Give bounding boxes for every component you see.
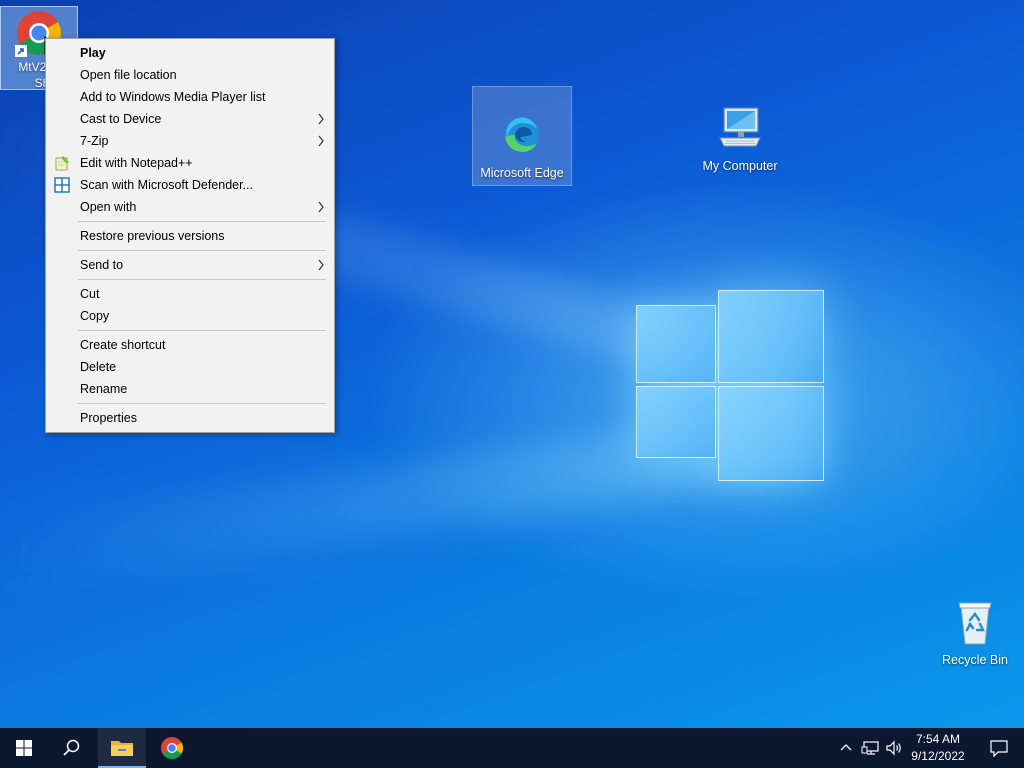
menu-item-label: Restore previous versions	[80, 229, 225, 243]
taskbar: 7:54 AM 9/12/2022	[0, 728, 1024, 768]
desktop-icon-label: Recycle Bin	[942, 653, 1008, 667]
desktop[interactable]: MtV2b_ Short Microsoft Edge My Computer	[0, 0, 1024, 728]
chevron-right-icon	[318, 259, 324, 271]
desktop-icon-label: Microsoft Edge	[480, 166, 564, 180]
menu-item-copy[interactable]: Copy	[46, 305, 334, 327]
chevron-right-icon	[318, 113, 324, 125]
menu-item-properties[interactable]: Properties	[46, 407, 334, 429]
start-button[interactable]	[0, 728, 48, 768]
menu-item-add-to-wmp-list[interactable]: Add to Windows Media Player list	[46, 86, 334, 108]
menu-item-edit-with-notepad-plus-plus[interactable]: Edit with Notepad++	[46, 152, 334, 174]
menu-item-open-with[interactable]: Open with	[46, 196, 334, 218]
menu-separator	[78, 221, 326, 222]
menu-item-label: Copy	[80, 309, 110, 323]
menu-item-cast-to-device[interactable]: Cast to Device	[46, 108, 334, 130]
chrome-icon	[161, 737, 183, 759]
desktop-icon-recycle-bin[interactable]: Recycle Bin	[927, 600, 1023, 668]
chevron-right-icon	[318, 201, 324, 213]
menu-item-label: Create shortcut	[80, 338, 166, 352]
menu-item-7-zip[interactable]: 7-Zip	[46, 130, 334, 152]
network-icon[interactable]	[861, 738, 881, 758]
menu-item-label: Scan with Microsoft Defender...	[80, 178, 253, 192]
computer-icon	[719, 107, 761, 147]
desktop-icon-microsoft-edge[interactable]: Microsoft Edge	[472, 86, 572, 186]
menu-item-label: Edit with Notepad++	[80, 156, 193, 170]
menu-item-delete[interactable]: Delete	[46, 356, 334, 378]
clock-time: 7:54 AM	[915, 732, 961, 746]
menu-item-label: Properties	[80, 411, 137, 425]
menu-item-scan-with-defender[interactable]: Scan with Microsoft Defender...	[46, 174, 334, 196]
chevron-right-icon	[318, 135, 324, 147]
windows-logo-wallpaper	[636, 290, 824, 481]
recycle-bin-icon	[958, 602, 992, 645]
desktop-icon-label: My Computer	[702, 159, 778, 173]
notification-icon	[990, 740, 1008, 757]
menu-item-create-shortcut[interactable]: Create shortcut	[46, 334, 334, 356]
menu-separator	[78, 250, 326, 251]
action-center-button[interactable]	[976, 728, 1022, 768]
taskbar-file-explorer[interactable]	[98, 728, 146, 768]
menu-item-label: Add to Windows Media Player list	[80, 90, 266, 104]
menu-item-label: Open file location	[80, 68, 177, 82]
menu-separator	[78, 330, 326, 331]
context-menu: Play Open file location Add to Windows M…	[45, 38, 335, 433]
menu-item-send-to[interactable]: Send to	[46, 254, 334, 276]
defender-shield-icon	[54, 177, 70, 193]
menu-separator	[78, 403, 326, 404]
start-icon	[16, 740, 32, 756]
taskbar-clock[interactable]: 7:54 AM 9/12/2022	[906, 731, 970, 765]
menu-item-label: 7-Zip	[80, 134, 109, 148]
menu-item-play[interactable]: Play	[46, 42, 334, 64]
menu-separator	[78, 279, 326, 280]
shortcut-arrow-icon	[15, 45, 27, 57]
menu-item-label: Cut	[80, 287, 100, 301]
menu-item-rename[interactable]: Rename	[46, 378, 334, 400]
menu-item-label: Open with	[80, 200, 137, 214]
search-button[interactable]	[48, 728, 96, 768]
taskbar-chrome[interactable]	[148, 728, 196, 768]
volume-icon[interactable]	[884, 738, 904, 758]
menu-item-cut[interactable]: Cut	[46, 283, 334, 305]
notepad-plus-plus-icon	[55, 156, 69, 171]
desktop-icon-my-computer[interactable]: My Computer	[692, 106, 788, 174]
search-icon	[63, 739, 80, 756]
file-explorer-icon	[111, 741, 133, 756]
chevron-up-icon[interactable]	[836, 738, 856, 758]
menu-item-label: Cast to Device	[80, 112, 162, 126]
menu-item-restore-previous-versions[interactable]: Restore previous versions	[46, 225, 334, 247]
clock-date: 9/12/2022	[911, 749, 965, 763]
edge-icon	[505, 117, 539, 152]
menu-item-label: Rename	[80, 382, 128, 396]
menu-item-label: Play	[80, 46, 106, 60]
menu-item-label: Send to	[80, 258, 124, 272]
menu-item-open-file-location[interactable]: Open file location	[46, 64, 334, 86]
menu-item-label: Delete	[80, 360, 117, 374]
